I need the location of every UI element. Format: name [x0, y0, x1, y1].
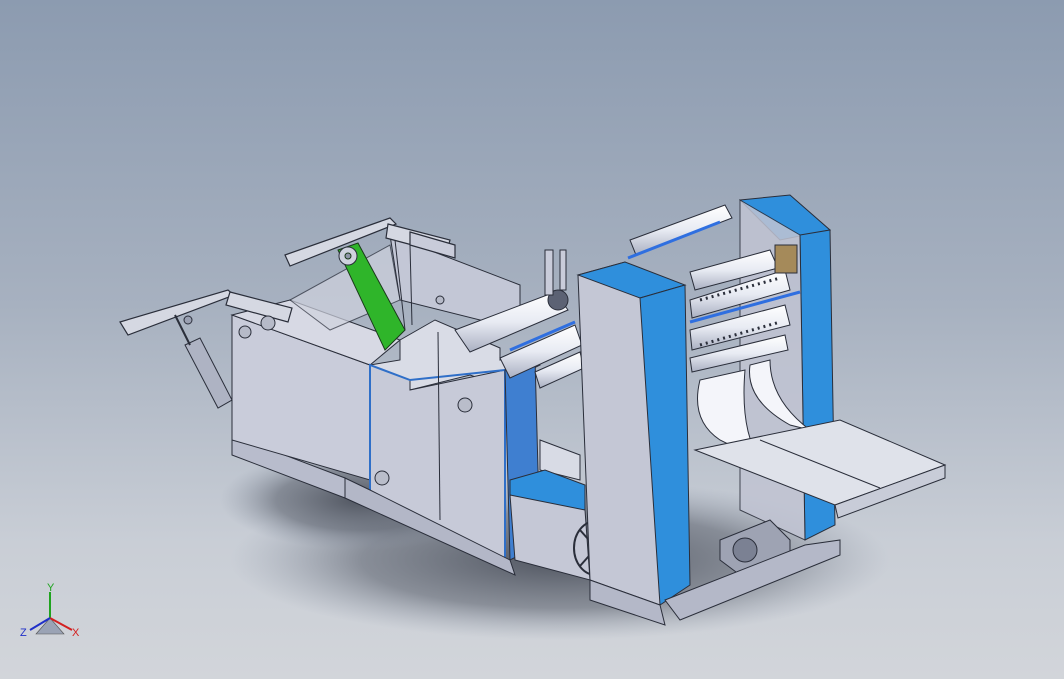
cylinder-pivot	[183, 315, 193, 325]
triad-x-label: X	[72, 627, 80, 639]
knob-3[interactable]	[435, 295, 445, 305]
housing-knob-upper[interactable]	[457, 397, 473, 413]
machine-model[interactable]	[0, 0, 1064, 679]
knob-2[interactable]	[260, 315, 276, 331]
rear-post-2	[559, 249, 567, 291]
feed-arm-front	[119, 289, 236, 336]
front-tower[interactable]	[576, 261, 691, 626]
view-orientation-triad[interactable]: Y X Z	[14, 582, 86, 654]
guard-pulley-hub	[344, 252, 352, 260]
triad-z-label: Z	[20, 627, 27, 639]
cad-viewport[interactable]: Y X Z	[0, 0, 1064, 679]
pneumatic-cylinder[interactable]	[174, 314, 233, 409]
motor-end	[732, 537, 758, 563]
housing-knob-lower[interactable]	[374, 470, 390, 486]
cylinder-body	[184, 337, 233, 409]
triad-y-label: Y	[47, 582, 55, 594]
rear-post	[544, 249, 554, 296]
top-roller	[629, 204, 733, 256]
gear-box	[774, 244, 798, 274]
knob-1[interactable]	[238, 325, 252, 339]
triad-base-icon	[35, 617, 65, 635]
